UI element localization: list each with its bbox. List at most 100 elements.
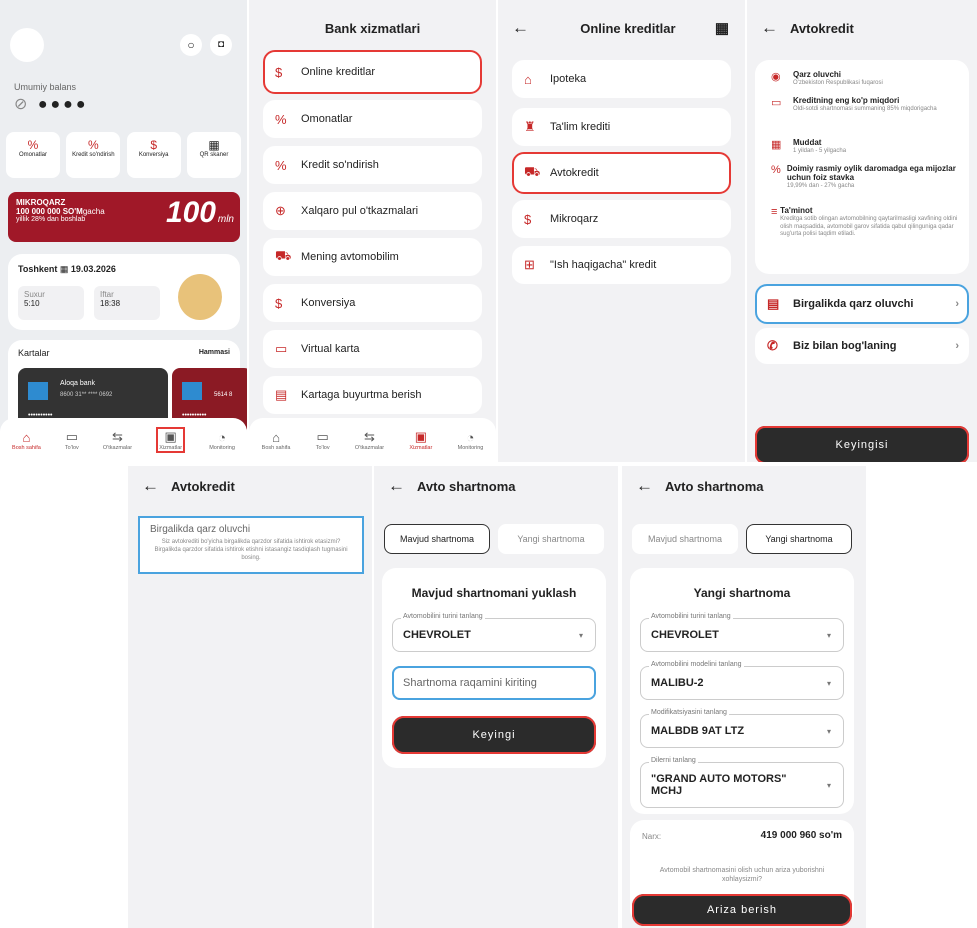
tab-label: To'lov: [64, 445, 79, 451]
tab-payment[interactable]: ▭ To'lov: [316, 429, 330, 451]
credit-auto[interactable]: ⛟ Avtokredit: [512, 152, 731, 194]
back-arrow-icon[interactable]: ←: [636, 476, 653, 496]
banner-suffix: gacha: [82, 207, 105, 216]
tab-services[interactable]: ▣ Xizmatlar: [156, 427, 186, 453]
row-label: Ta'lim krediti: [550, 121, 611, 133]
tab-home[interactable]: ⌂ Bosh sahifa: [12, 430, 41, 451]
quick-conversion[interactable]: $ Konversiya: [126, 132, 181, 178]
car-icon: ⛟: [524, 164, 541, 179]
tab-new-contract[interactable]: Yangi shartnoma: [498, 524, 604, 554]
row-label: Kartaga buyurtma berish: [301, 389, 422, 401]
credit-education[interactable]: ♜ Ta'lim krediti: [512, 108, 731, 146]
modification-select[interactable]: Modifikatsiyasini tanlang MALBDB 9AT LTZ ▾: [640, 709, 844, 748]
promo-banner[interactable]: MIKROQARZ 100 000 000 SO'Mgacha yillik 2…: [8, 192, 240, 242]
tab-existing-contract[interactable]: Mavjud shartnoma: [384, 524, 490, 554]
info-sub: 1 yildan - 5 yilgacha: [793, 148, 847, 154]
box-text: Siz avtokrediti bo'yicha birgalikda qarz…: [154, 539, 348, 561]
avatar[interactable]: [10, 28, 44, 62]
submit-question: Avtomobil shartnomasini olish uchun ariz…: [659, 867, 825, 884]
bank-logo-icon: [182, 382, 202, 400]
price-card: Narx: 419 000 960 so'm Avtomobil shartno…: [630, 820, 854, 926]
qr-icon[interactable]: ▦: [715, 19, 729, 37]
co-borrower-screen: ← Avtokredit Birgalikda qarz oluvchi Siz …: [128, 466, 372, 928]
quick-deposits[interactable]: % Omonatlar: [6, 132, 60, 178]
contact-row[interactable]: ✆ Biz bilan bog'laning ›: [755, 328, 969, 364]
qr-icon: ▦: [208, 138, 220, 152]
row-label: Virtual karta: [301, 343, 360, 355]
box-title: Birgalikda qarz oluvchi: [150, 524, 251, 535]
bell-icon[interactable]: ◘: [210, 34, 232, 56]
back-arrow-icon[interactable]: ←: [142, 476, 159, 496]
back-arrow-icon[interactable]: ←: [512, 18, 529, 38]
quick-label: Omonatlar: [18, 152, 47, 158]
service-order-card[interactable]: ▤ Kartaga buyurtma berish: [263, 376, 482, 414]
person-icon: ◉: [771, 71, 781, 83]
cards-all-link[interactable]: Hammasi: [199, 349, 230, 356]
row-label: Ipoteka: [550, 73, 587, 85]
tab-transfers[interactable]: ⇆ O'tkazmalar: [103, 429, 132, 451]
credit-salary[interactable]: ⊞ "Ish haqigacha" kredit: [512, 246, 731, 284]
briefcase-icon: ▣: [414, 429, 428, 444]
chevron-down-icon: ▾: [826, 780, 831, 790]
service-deposits[interactable]: % Omonatlar: [263, 100, 482, 138]
tab-new-contract[interactable]: Yangi shartnoma: [746, 524, 852, 554]
chevron-down-icon: ▾: [826, 630, 831, 640]
list-icon: ≡: [771, 206, 778, 218]
field-label: Dilerni tanlang: [649, 757, 698, 764]
car-type-select[interactable]: Avtomobilini turini tanlang CHEVROLET ▾: [640, 613, 844, 652]
tab-home[interactable]: ⌂ Bosh sahifa: [262, 430, 291, 451]
info-rate: % Doimiy rasmiy oylik daromadga ega mijoz…: [771, 164, 959, 191]
info-sub: Kreditga sotib olingan avtomobilning qay…: [780, 216, 958, 237]
tab-label: Bosh sahifa: [12, 444, 41, 451]
service-my-car[interactable]: ⛟ Mening avtomobilim: [263, 238, 482, 276]
quick-qr[interactable]: ▦ QR skaner: [186, 132, 241, 178]
services-screen: Bank xizmatlari $ Online kreditlar % Omona…: [249, 0, 496, 462]
contract-number-input[interactable]: Shartnoma raqamini kiriting: [392, 666, 596, 700]
credit-mortgage[interactable]: ⌂ Ipoteka: [512, 60, 731, 98]
row-label: Mikroqarz: [550, 213, 599, 225]
row-label: Kredit so'ndirish: [301, 159, 379, 171]
co-borrower-box[interactable]: Birgalikda qarz oluvchi Siz avtokrediti …: [138, 516, 364, 574]
calendar-icon: ▦: [771, 139, 782, 151]
back-arrow-icon[interactable]: ←: [761, 18, 778, 38]
co-borrower-row[interactable]: ▤ Birgalikda qarz oluvchi ›: [755, 284, 969, 324]
eye-off-icon[interactable]: ⊘: [14, 96, 30, 113]
suhur-time: 5:10: [24, 299, 40, 308]
tab-label: Bosh sahifa: [261, 444, 291, 451]
car-model-select[interactable]: Avtomobilini modelini tanlang MALIBU-2 ▾: [640, 661, 844, 700]
field-value: "GRAND AUTO MOTORS" MCHJ: [651, 773, 787, 797]
service-online-credits[interactable]: $ Online kreditlar: [263, 50, 482, 94]
car-type-select[interactable]: Avtomobilini turini tanlang CHEVROLET ▾: [392, 613, 596, 652]
field-label: Avtomobilini turini tanlang: [401, 613, 485, 620]
balance-hidden[interactable]: ⊘ ●●●●: [14, 94, 89, 114]
tab-monitoring[interactable]: ◔ Monitoring: [458, 430, 484, 451]
tab-label: O'tkazmalar: [102, 445, 133, 451]
quick-repay[interactable]: % Kredit so'ndirish: [66, 132, 121, 178]
quick-label: QR skaner: [199, 152, 229, 158]
next-button[interactable]: Keyingisi: [755, 426, 969, 462]
service-international[interactable]: ⊕ Xalqaro pul o'tkazmalari: [263, 192, 482, 230]
banner-big: 100: [165, 196, 216, 229]
co-header: ← Avtokredit: [128, 466, 372, 506]
tab-bar: ⌂ Bosh sahifa ▭ To'lov ⇆ O'tkazmalar ▣ Xizma…: [249, 418, 496, 462]
back-arrow-icon[interactable]: ←: [388, 476, 405, 496]
field-value: CHEVROLET: [403, 629, 471, 641]
dealer-select[interactable]: Dilerni tanlang "GRAND AUTO MOTORS" MCHJ ▾: [640, 757, 844, 808]
tab-monitoring[interactable]: ◔ Monitoring: [209, 430, 235, 451]
tab-transfers[interactable]: ⇆ O'tkazmalar: [355, 429, 384, 451]
info-borrower: ◉ Qarz oluvchi O'zbekiston Respublikasi fu…: [771, 70, 959, 88]
service-virtual-card[interactable]: ▭ Virtual karta: [263, 330, 482, 368]
tab-payment[interactable]: ▭ To'lov: [65, 429, 79, 451]
chart-icon: ◔: [466, 429, 475, 445]
credit-micro[interactable]: $ Mikroqarz: [512, 200, 731, 238]
next-button[interactable]: Keyingi: [392, 716, 596, 754]
service-repay[interactable]: % Kredit so'ndirish: [263, 146, 482, 184]
tab-bar: ⌂ Bosh sahifa ▭ To'lov ⇆ O'tkazmalar ▣ Xizma…: [0, 418, 247, 462]
form-card: Mavjud shartnomani yuklash Avtomobilini …: [382, 568, 606, 768]
search-icon[interactable]: ○: [180, 34, 202, 56]
submit-application-button[interactable]: Ariza berish: [632, 894, 852, 926]
tab-services[interactable]: ▣ Xizmatlar: [409, 429, 432, 451]
service-conversion[interactable]: $ Konversiya: [263, 284, 482, 322]
exchange-icon: $: [275, 295, 283, 311]
tab-existing-contract[interactable]: Mavjud shartnoma: [632, 524, 738, 554]
